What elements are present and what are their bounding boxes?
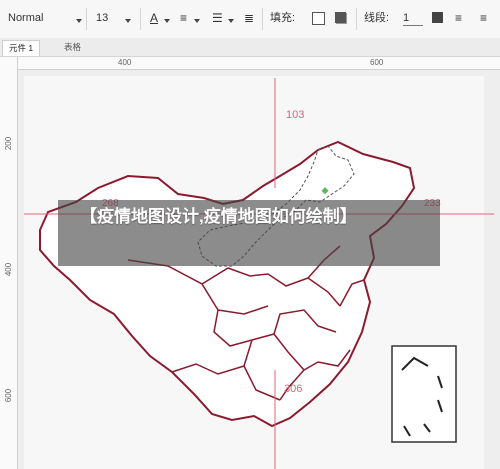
tab-table[interactable]: 表格: [58, 40, 87, 55]
fill-label: 填充:: [270, 12, 296, 24]
fill-color-swatch[interactable]: [312, 12, 325, 25]
font-family-select[interactable]: Normal: [8, 11, 43, 25]
banner-title: 【疫情地图设计,疫情地图如何绘制】: [80, 207, 357, 226]
toolbar-divider: [86, 8, 87, 30]
line-label: 线段:: [364, 12, 390, 24]
guide-top-distance: 103: [286, 109, 304, 121]
tab-bar: 元件 1 表格: [0, 38, 500, 57]
guide-bottom-distance: 306: [284, 383, 302, 395]
line-style-icon[interactable]: ≡: [455, 11, 462, 25]
line-width-input[interactable]: 1: [403, 11, 423, 26]
font-size-dropdown-icon[interactable]: [125, 19, 131, 23]
align-icon[interactable]: ≡: [180, 11, 187, 25]
text-color-icon[interactable]: A: [150, 11, 158, 25]
toolbar-divider: [140, 8, 141, 30]
line-color-swatch[interactable]: [432, 12, 443, 23]
font-size-select[interactable]: 13: [96, 11, 108, 25]
ruler-label: 400: [118, 58, 132, 67]
ruler-label: 200: [4, 136, 14, 151]
shadow-icon[interactable]: [335, 12, 346, 23]
toolbar-divider: [356, 8, 357, 30]
text-color-dropdown-icon[interactable]: [164, 19, 170, 23]
design-canvas[interactable]: 103 268 233 306: [18, 70, 500, 469]
south-sea-inset[interactable]: [391, 345, 457, 443]
paragraph-icon[interactable]: ≣: [244, 11, 254, 25]
tab-component-1[interactable]: 元件 1: [2, 40, 41, 56]
align-dropdown-icon[interactable]: [194, 19, 200, 23]
map-drawing: 103 268 233 306: [24, 76, 494, 469]
ruler-label: 400: [4, 262, 14, 277]
toolbar-divider: [262, 8, 263, 30]
toolbar: Normal 13 A ≡ ☰ ≣ 填充: 线段: 1 ≡ ≡: [0, 0, 500, 39]
ruler-label: 600: [370, 58, 384, 67]
more-icon[interactable]: ≡: [480, 11, 487, 25]
font-family-dropdown-icon[interactable]: [76, 19, 82, 23]
ruler-left: 200 400 600: [0, 57, 18, 469]
list-icon[interactable]: ☰: [212, 11, 223, 25]
list-dropdown-icon[interactable]: [228, 19, 234, 23]
ruler-label: 600: [4, 388, 14, 403]
ruler-top: 400 600: [18, 57, 500, 70]
